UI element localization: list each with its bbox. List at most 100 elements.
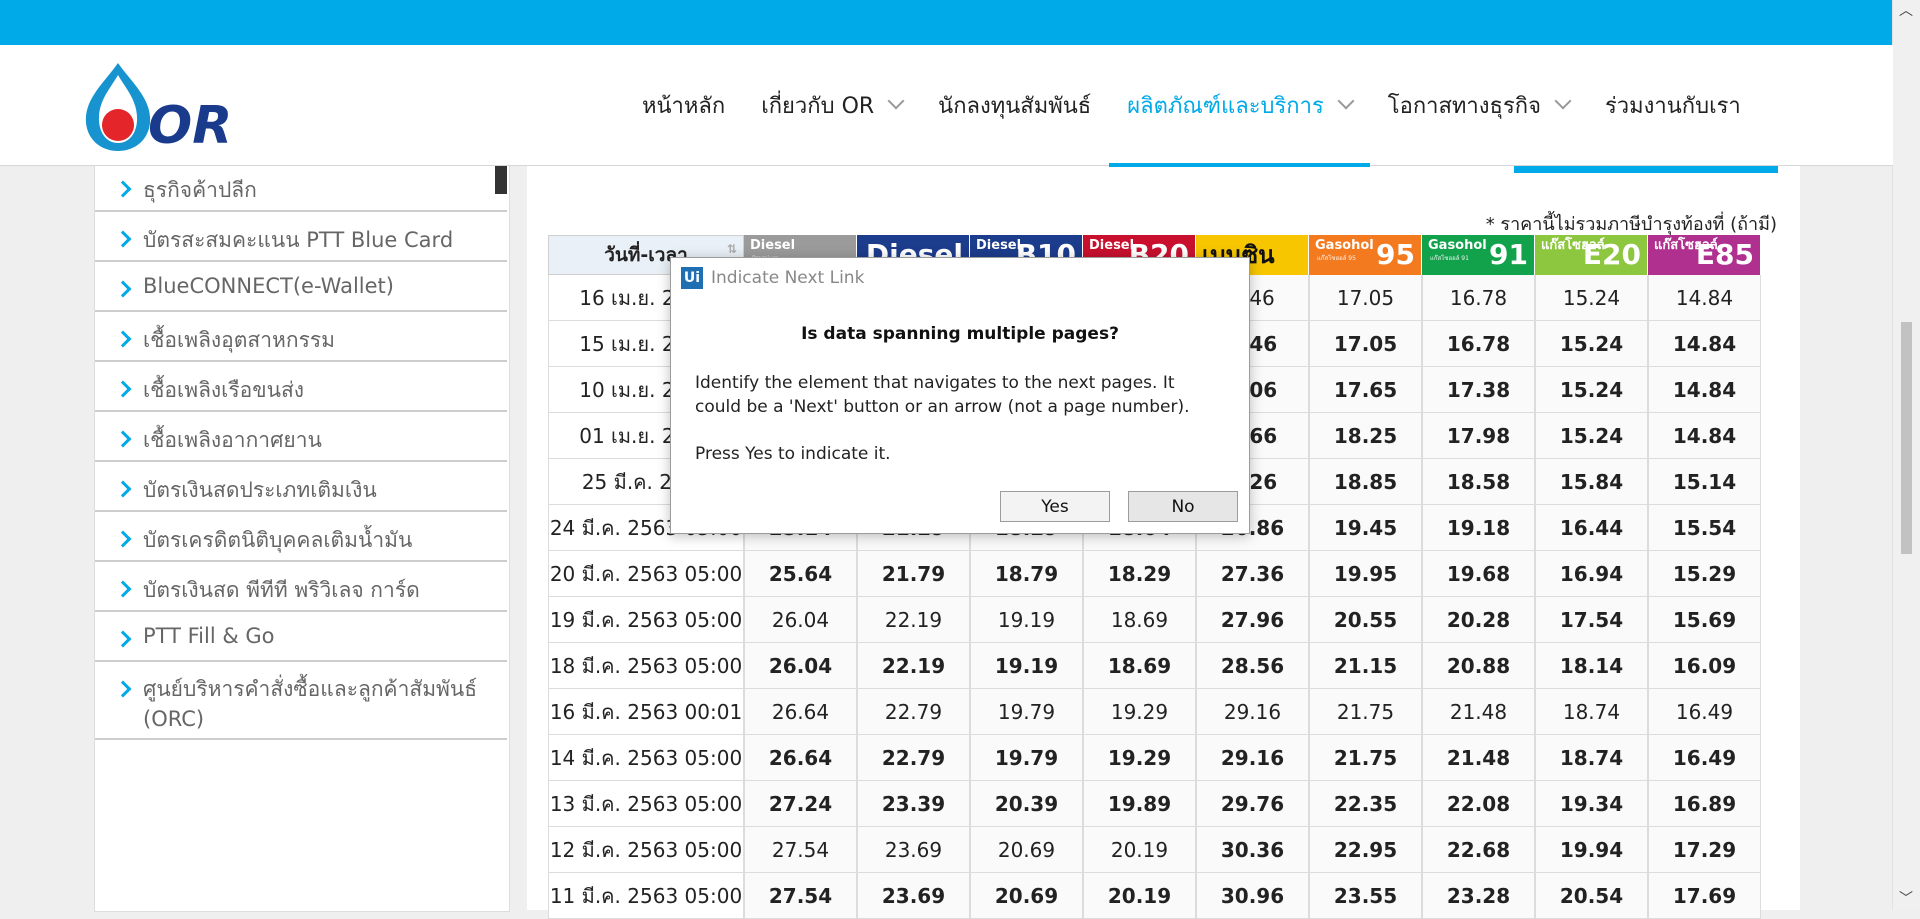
price-cell: 16.44 xyxy=(1535,505,1648,551)
top-color-bar xyxy=(0,0,1893,45)
price-cell: 18.74 xyxy=(1535,735,1648,781)
sort-icon[interactable]: ⇅ xyxy=(727,242,737,256)
nav-item-5[interactable]: โอกาสทางธุรกิจ xyxy=(1370,45,1587,165)
sidebar-item-label: เชื้อเพลิงเรือขนส่ง xyxy=(143,378,305,402)
sidebar-item-5[interactable]: เชื้อเพลิงอุตสาหกรรม xyxy=(95,312,507,362)
site-header: OR หน้าหลัก เกี่ยวกับ OR นักลงทุนสัมพันธ์ ผ… xyxy=(0,45,1893,167)
nav-item-3[interactable]: นักลงทุนสัมพันธ์ xyxy=(920,45,1109,165)
price-cell: 22.79 xyxy=(857,735,970,781)
price-cell: 18.58 xyxy=(1422,459,1535,505)
nav-item-label: ผลิตภัณฑ์และบริการ xyxy=(1127,93,1324,119)
nav-item-6[interactable]: ร่วมงานกับเรา xyxy=(1587,45,1759,165)
date-cell: 18 มี.ค. 2563 05:00 xyxy=(548,643,744,689)
price-cell: 29.76 xyxy=(1196,781,1309,827)
sidebar-item-9[interactable]: บัตรเครดิตนิติบุคคลเติมน้ำมัน xyxy=(95,512,507,562)
price-cell: 20.69 xyxy=(970,873,1083,919)
nav-item-label: เกี่ยวกับ OR xyxy=(761,93,875,119)
price-cell: 21.79 xyxy=(857,551,970,597)
fuel-header-9: แก๊สโซฮอล์ E85 xyxy=(1648,235,1761,275)
sidebar-item-3[interactable]: บัตรสะสมคะแนน PTT Blue Card xyxy=(95,212,507,262)
or-logo[interactable]: OR xyxy=(82,63,262,151)
sidebar-item-8[interactable]: บัตรเงินสดประเภทเติมเงิน xyxy=(95,462,507,512)
fuel-header-sub: แก๊สโซฮอล์ 95 xyxy=(1317,255,1356,262)
nav-item-label: โอกาสทางธุรกิจ xyxy=(1387,93,1541,119)
sidebar-scroll-indicator[interactable] xyxy=(495,166,507,194)
chevron-down-icon[interactable] xyxy=(887,92,905,110)
chevron-right-icon xyxy=(114,230,132,248)
fuel-header-8: แก๊สโซฮอล์ E20 xyxy=(1535,235,1648,275)
price-cell: 15.84 xyxy=(1535,459,1648,505)
fuel-header-6: Gasohol แก๊สโซฮอล์ 95 95 xyxy=(1309,235,1422,275)
price-cell: 22.95 xyxy=(1309,827,1422,873)
fuel-header-small: Gasohol xyxy=(1428,238,1487,253)
price-cell: 19.18 xyxy=(1422,505,1535,551)
price-cell: 22.68 xyxy=(1422,827,1535,873)
sidebar-item-label: เชื้อเพลิงอากาศยาน xyxy=(143,428,322,452)
price-cell: 19.29 xyxy=(1083,689,1196,735)
price-cell: 18.69 xyxy=(1083,597,1196,643)
price-cell: 26.04 xyxy=(744,643,857,689)
price-cell: 20.69 xyxy=(970,827,1083,873)
price-cell: 16.09 xyxy=(1648,643,1761,689)
price-cell: 22.08 xyxy=(1422,781,1535,827)
price-cell: 15.24 xyxy=(1535,321,1648,367)
nav-item-1[interactable]: หน้าหลัก xyxy=(624,45,743,165)
sidebar-item-label: บัตรเงินสดประเภทเติมเงิน xyxy=(143,478,377,502)
sidebar-item-6[interactable]: เชื้อเพลิงเรือขนส่ง xyxy=(95,362,507,412)
price-cell: 19.95 xyxy=(1309,551,1422,597)
chevron-down-icon[interactable] xyxy=(1337,92,1355,110)
nav-item-label: นักลงทุนสัมพันธ์ xyxy=(938,93,1092,119)
price-cell: 15.54 xyxy=(1648,505,1761,551)
price-cell: 29.16 xyxy=(1196,689,1309,735)
price-cell: 21.15 xyxy=(1309,643,1422,689)
date-cell: 14 มี.ค. 2563 05:00 xyxy=(548,735,744,781)
sidebar-item-7[interactable]: เชื้อเพลิงอากาศยาน xyxy=(95,412,507,462)
price-cell: 19.94 xyxy=(1535,827,1648,873)
price-cell: 18.79 xyxy=(970,551,1083,597)
price-cell: 17.98 xyxy=(1422,413,1535,459)
price-cell: 23.39 xyxy=(857,781,970,827)
price-cell: 17.29 xyxy=(1648,827,1761,873)
price-cell: 23.69 xyxy=(857,827,970,873)
scroll-down-arrow-icon[interactable]: ﹀ xyxy=(1899,892,1913,906)
dialog-instruction: Press Yes to indicate it. xyxy=(695,444,891,464)
yes-button[interactable]: Yes xyxy=(1000,491,1110,522)
dialog-title: Indicate Next Link xyxy=(711,268,865,288)
price-cell: 27.54 xyxy=(744,873,857,919)
date-cell: 20 มี.ค. 2563 05:00 xyxy=(548,551,744,597)
price-cell: 19.34 xyxy=(1535,781,1648,827)
sidebar-item-12[interactable]: ศูนย์บริหารคำสั่งซื้อและลูกค้าสัมพันธ์ (… xyxy=(95,662,507,740)
price-cell: 19.45 xyxy=(1309,505,1422,551)
price-cell: 21.48 xyxy=(1422,689,1535,735)
price-cell: 19.19 xyxy=(970,597,1083,643)
page-scrollbar[interactable]: ︿ ﹀ xyxy=(1892,0,1920,910)
price-cell: 20.19 xyxy=(1083,827,1196,873)
price-cell: 22.19 xyxy=(857,597,970,643)
scrollbar-thumb[interactable] xyxy=(1901,322,1912,554)
nav-item-4[interactable]: ผลิตภัณฑ์และบริการ xyxy=(1109,45,1370,167)
fuel-header-big: E85 xyxy=(1695,238,1754,271)
price-cell: 20.19 xyxy=(1083,873,1196,919)
price-cell: 25.64 xyxy=(744,551,857,597)
price-cell: 18.29 xyxy=(1083,551,1196,597)
sidebar-item-4[interactable]: BlueCONNECT(e-Wallet) xyxy=(95,262,507,312)
date-cell: 16 มี.ค. 2563 00:01 xyxy=(548,689,744,735)
no-button[interactable]: No xyxy=(1128,491,1238,522)
scroll-up-arrow-icon[interactable]: ︿ xyxy=(1899,4,1913,18)
price-cell: 30.96 xyxy=(1196,873,1309,919)
sidebar-item-11[interactable]: PTT Fill & Go xyxy=(95,612,507,662)
chevron-down-icon[interactable] xyxy=(1554,92,1572,110)
price-cell: 19.79 xyxy=(970,689,1083,735)
date-cell: 12 มี.ค. 2563 05:00 xyxy=(548,827,744,873)
fuel-header-small: Diesel xyxy=(750,238,796,253)
price-cell: 19.68 xyxy=(1422,551,1535,597)
price-cell: 17.69 xyxy=(1648,873,1761,919)
chevron-right-icon xyxy=(114,330,132,348)
price-cell: 14.84 xyxy=(1648,275,1761,321)
chevron-right-icon xyxy=(114,680,132,698)
sidebar-item-10[interactable]: บัตรเงินสด พีทีที พริวิเลจ การ์ด xyxy=(95,562,507,612)
price-cell: 16.49 xyxy=(1648,735,1761,781)
price-cell: 17.54 xyxy=(1535,597,1648,643)
nav-item-2[interactable]: เกี่ยวกับ OR xyxy=(743,45,920,165)
sidebar-item-2[interactable]: ธุรกิจค้าปลีก xyxy=(95,162,507,212)
